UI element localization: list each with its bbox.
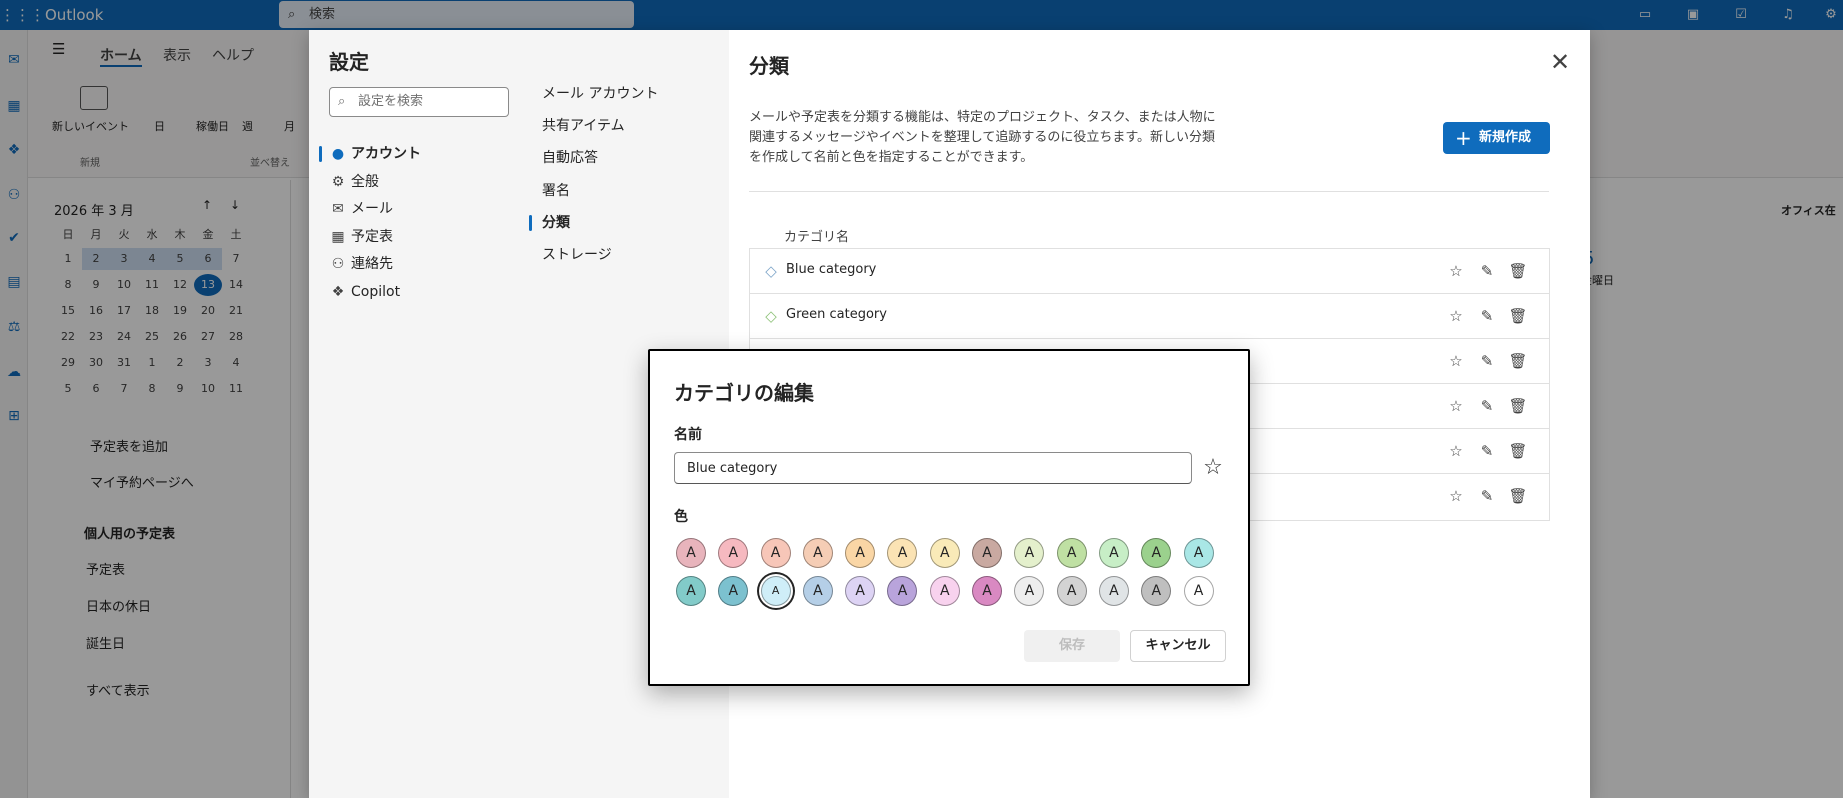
star-icon[interactable]: ☆: [1446, 261, 1466, 281]
people-icon: ⚇: [331, 256, 345, 272]
color-swatch-grid: AAAAAAAAAAAAAAAAAAAAAAAAAA: [676, 538, 1226, 606]
search-icon: ⌕: [338, 94, 346, 109]
category-name: Blue category: [786, 262, 877, 277]
color-swatch[interactable]: A: [1183, 576, 1214, 606]
color-swatch[interactable]: A: [1014, 576, 1045, 606]
category-row[interactable]: ◇ Green category ☆ ✎ 🗑: [750, 294, 1549, 339]
delete-icon[interactable]: 🗑: [1508, 261, 1528, 281]
gear-icon: ⚙: [331, 173, 345, 190]
star-icon[interactable]: ☆: [1446, 396, 1466, 416]
tag-icon: ◇: [765, 262, 777, 280]
section-title: 分類: [749, 54, 789, 78]
color-swatch[interactable]: A: [972, 576, 1003, 606]
section-description: メールや予定表を分類する機能は、特定のプロジェクト、タスク、または人物に関連する…: [749, 110, 1216, 165]
save-button[interactable]: 保存: [1024, 630, 1120, 662]
color-swatch[interactable]: A: [1141, 576, 1172, 606]
category-row[interactable]: ◇ Blue category ☆ ✎ 🗑: [750, 249, 1549, 294]
person-icon: ●: [331, 146, 345, 162]
edit-category-dialog: カテゴリの編集 名前 ☆ 色 AAAAAAAAAAAAAAAAAAAAAAAAA…: [648, 349, 1250, 686]
delete-icon[interactable]: 🗑: [1508, 351, 1528, 371]
color-swatch[interactable]: A: [845, 576, 876, 606]
color-swatch[interactable]: A: [676, 576, 706, 606]
settings-subnav-item[interactable]: 署名: [534, 178, 714, 204]
settings-subnav-item[interactable]: メール アカウント: [534, 81, 714, 107]
settings-subnav-item[interactable]: ストレージ: [534, 242, 714, 268]
new-category-button[interactable]: + 新規作成: [1443, 122, 1550, 154]
star-icon[interactable]: ☆: [1446, 441, 1466, 461]
color-swatch[interactable]: A: [1056, 576, 1087, 606]
divider: [749, 191, 1549, 192]
color-swatch[interactable]: A: [802, 576, 833, 606]
color-swatch[interactable]: A: [1098, 576, 1129, 606]
color-swatch[interactable]: A: [1141, 538, 1172, 568]
color-label: 色: [674, 509, 688, 525]
cancel-button[interactable]: キャンセル: [1130, 630, 1226, 662]
settings-nav-label: 全般: [351, 173, 379, 190]
plus-icon: +: [1455, 126, 1472, 150]
settings-nav-mail[interactable]: ✉ メール: [319, 196, 499, 222]
settings-nav-person[interactable]: ● アカウント: [319, 141, 499, 167]
settings-subnav-item[interactable]: 共有アイテム: [534, 113, 714, 139]
settings-nav-label: 予定表: [351, 228, 393, 245]
star-icon[interactable]: ☆: [1197, 452, 1229, 484]
color-swatch[interactable]: A: [676, 538, 706, 568]
delete-icon[interactable]: 🗑: [1508, 441, 1528, 461]
settings-title: 設定: [329, 50, 369, 74]
settings-nav-label: Copilot: [351, 283, 401, 300]
copilot-icon: ❖: [331, 283, 345, 300]
edit-icon[interactable]: ✎: [1477, 351, 1497, 371]
delete-icon[interactable]: 🗑: [1508, 396, 1528, 416]
delete-icon[interactable]: 🗑: [1508, 306, 1528, 326]
color-swatch[interactable]: A: [1014, 538, 1045, 568]
settings-nav-copilot[interactable]: ❖ Copilot: [319, 279, 499, 305]
calendar-icon: ▦: [331, 228, 345, 245]
column-header-category-name: カテゴリ名: [784, 230, 850, 245]
settings-nav-calendar[interactable]: ▦ 予定表: [319, 224, 499, 250]
star-icon[interactable]: ☆: [1446, 351, 1466, 371]
color-swatch[interactable]: A: [760, 576, 791, 606]
edit-icon[interactable]: ✎: [1477, 441, 1497, 461]
name-label: 名前: [674, 427, 702, 443]
color-swatch[interactable]: A: [887, 576, 918, 606]
color-swatch[interactable]: A: [718, 576, 749, 606]
delete-icon[interactable]: 🗑: [1508, 486, 1528, 506]
color-swatch[interactable]: A: [1183, 538, 1214, 568]
color-swatch[interactable]: A: [1056, 538, 1087, 568]
settings-subnav-item[interactable]: 自動応答: [534, 145, 714, 171]
category-name-input[interactable]: [674, 452, 1192, 484]
color-swatch[interactable]: A: [760, 538, 791, 568]
color-swatch[interactable]: A: [845, 538, 876, 568]
settings-subnav-item[interactable]: 分類: [529, 210, 714, 236]
edit-icon[interactable]: ✎: [1477, 396, 1497, 416]
star-icon[interactable]: ☆: [1446, 306, 1466, 326]
settings-nav-label: 連絡先: [351, 256, 393, 272]
color-swatch[interactable]: A: [972, 538, 1003, 568]
star-icon[interactable]: ☆: [1446, 486, 1466, 506]
settings-nav-people[interactable]: ⚇ 連絡先: [319, 251, 499, 277]
color-swatch[interactable]: A: [929, 576, 960, 606]
dialog-title: カテゴリの編集: [674, 381, 814, 405]
edit-icon[interactable]: ✎: [1477, 486, 1497, 506]
settings-nav-gear[interactable]: ⚙ 全般: [319, 169, 499, 195]
settings-search-input[interactable]: ⌕ 設定を検索: [329, 87, 509, 117]
settings-nav-label: アカウント: [351, 146, 421, 162]
edit-icon[interactable]: ✎: [1477, 261, 1497, 281]
color-swatch[interactable]: A: [1098, 538, 1129, 568]
category-name: Green category: [786, 307, 887, 322]
color-swatch[interactable]: A: [929, 538, 960, 568]
mail-icon: ✉: [332, 201, 344, 217]
close-icon[interactable]: ✕: [1546, 48, 1574, 76]
color-swatch[interactable]: A: [887, 538, 918, 568]
settings-nav-label: メール: [351, 201, 393, 217]
color-swatch[interactable]: A: [718, 538, 749, 568]
tag-icon: ◇: [765, 307, 777, 325]
edit-icon[interactable]: ✎: [1477, 306, 1497, 326]
color-swatch[interactable]: A: [802, 538, 833, 568]
